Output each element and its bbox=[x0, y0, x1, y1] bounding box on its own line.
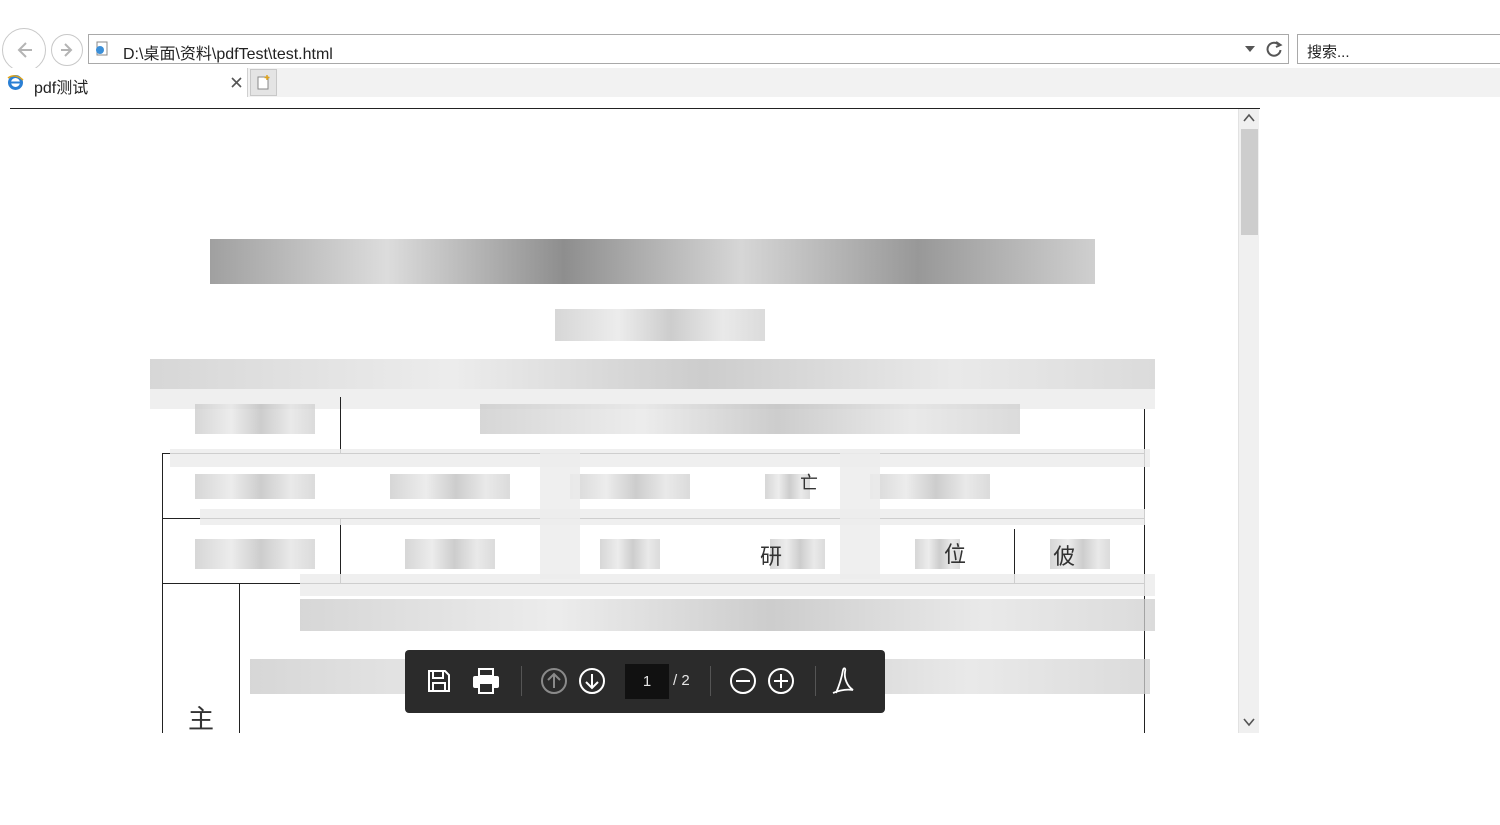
doc-info-redacted bbox=[150, 359, 1155, 389]
address-bar[interactable]: D:\桌面\资料\pdfTest\test.html bbox=[88, 34, 1289, 64]
next-page-icon bbox=[579, 668, 605, 694]
save-button[interactable] bbox=[421, 663, 457, 699]
print-icon bbox=[473, 668, 499, 694]
page-total: / 2 bbox=[673, 672, 690, 689]
cell-redacted bbox=[480, 404, 1020, 434]
search-box[interactable]: 搜索... bbox=[1297, 34, 1500, 64]
table-line bbox=[162, 453, 163, 733]
forward-icon bbox=[61, 43, 73, 57]
redaction-smear bbox=[540, 449, 580, 579]
visible-glyph: 主 bbox=[188, 705, 215, 733]
dropdown-icon[interactable] bbox=[1245, 45, 1255, 53]
doc-title-redacted bbox=[210, 239, 1095, 284]
ie-icon bbox=[7, 75, 24, 90]
visible-glyph: 亡 bbox=[800, 473, 818, 494]
scrollbar[interactable] bbox=[1238, 109, 1259, 733]
cell-redacted bbox=[405, 539, 495, 569]
prev-page-icon bbox=[541, 668, 567, 694]
tab-title: pdf测试 bbox=[34, 80, 89, 97]
acrobat-button[interactable] bbox=[825, 663, 861, 699]
cell-redacted bbox=[870, 474, 990, 499]
zoom-out-button[interactable] bbox=[725, 663, 761, 699]
scroll-thumb[interactable] bbox=[1241, 129, 1258, 235]
prev-page-button[interactable] bbox=[536, 663, 572, 699]
new-tab-button[interactable] bbox=[250, 69, 277, 96]
cell-redacted bbox=[195, 539, 315, 569]
redaction-smear bbox=[200, 509, 1145, 525]
search-placeholder[interactable]: 搜索... bbox=[1307, 41, 1350, 62]
cell-redacted bbox=[570, 474, 690, 499]
cell-redacted bbox=[195, 404, 315, 434]
refresh-icon[interactable] bbox=[1265, 40, 1283, 58]
visible-glyph: 研 bbox=[760, 545, 783, 570]
zoom-in-icon bbox=[768, 668, 794, 694]
address-text[interactable]: D:\桌面\资料\pdfTest\test.html bbox=[123, 40, 333, 64]
back-icon bbox=[17, 42, 32, 58]
zoom-out-icon bbox=[730, 668, 756, 694]
doc-subtitle-redacted bbox=[555, 309, 765, 341]
visible-glyph: 位 bbox=[944, 543, 967, 568]
page-number-input[interactable]: 1 bbox=[625, 664, 669, 699]
zoom-in-button[interactable] bbox=[763, 663, 799, 699]
print-button[interactable] bbox=[468, 663, 504, 699]
cell-redacted bbox=[600, 539, 660, 569]
toolbar-separator bbox=[710, 666, 711, 696]
table-line bbox=[239, 583, 240, 733]
table-line bbox=[340, 397, 341, 454]
close-icon[interactable] bbox=[231, 77, 242, 88]
next-page-button[interactable] bbox=[574, 663, 610, 699]
pdf-page[interactable]: 研 位 佊 亡 主 bbox=[10, 109, 1238, 733]
redaction-smear bbox=[840, 449, 880, 579]
toolbar-separator bbox=[815, 666, 816, 696]
cell-redacted bbox=[390, 474, 510, 499]
save-icon bbox=[428, 670, 450, 692]
new-tab-icon bbox=[257, 75, 270, 90]
back-button[interactable] bbox=[2, 28, 46, 72]
tab-pdf-test[interactable]: pdf测试 bbox=[0, 68, 248, 97]
cell-redacted bbox=[195, 474, 315, 499]
pdf-toolbar: 1 / 2 bbox=[405, 650, 885, 713]
scroll-up-icon[interactable] bbox=[1243, 113, 1255, 123]
scroll-down-icon[interactable] bbox=[1243, 717, 1255, 727]
redaction-smear bbox=[170, 449, 1150, 467]
toolbar-separator bbox=[521, 666, 522, 696]
cell-redacted bbox=[300, 599, 1155, 631]
redaction-smear bbox=[300, 574, 1155, 596]
forward-button[interactable] bbox=[51, 34, 83, 66]
visible-glyph: 佊 bbox=[1053, 545, 1076, 570]
page-icon bbox=[96, 41, 108, 56]
acrobat-icon bbox=[832, 667, 854, 694]
